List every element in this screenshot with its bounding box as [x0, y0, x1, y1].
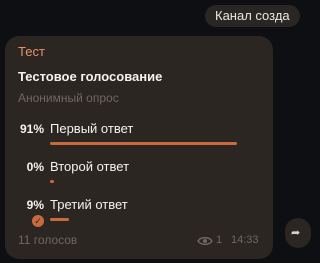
poll-option-percent: 9%	[26, 198, 44, 212]
share-icon: ➦	[291, 227, 301, 239]
eye-icon	[197, 236, 213, 246]
share-button[interactable]: ➦	[285, 218, 311, 248]
poll-option-percent: 0%	[26, 160, 44, 174]
poll-option-label: Первый ответ	[50, 121, 134, 136]
views-count: 1	[216, 234, 223, 246]
service-message-pill: Канал созда	[205, 5, 300, 27]
checkmark-icon: ✓	[32, 215, 44, 227]
poll-message-bubble[interactable]: Тест Тестовое голосование Анонимный опро…	[5, 36, 273, 259]
poll-option-bar	[50, 180, 54, 183]
message-time: 14:33	[231, 234, 259, 246]
poll-option-percent: 91%	[19, 122, 44, 136]
poll-option-label: Второй ответ	[50, 159, 130, 174]
poll-type-label: Анонимный опрос	[18, 91, 119, 105]
message-author[interactable]: Тест	[18, 44, 45, 59]
poll-votes-count[interactable]: 11 голосов	[18, 233, 77, 247]
poll-option-bar	[50, 218, 69, 221]
poll-option-3: 9% ✓ Третий ответ	[5, 197, 273, 232]
poll-option-label: Третий ответ	[50, 197, 128, 212]
poll-question: Тестовое голосование	[18, 69, 163, 84]
poll-option-bar	[50, 142, 237, 145]
poll-option-1: 91% Первый ответ	[5, 121, 273, 156]
poll-option-2: 0% Второй ответ	[5, 159, 273, 194]
